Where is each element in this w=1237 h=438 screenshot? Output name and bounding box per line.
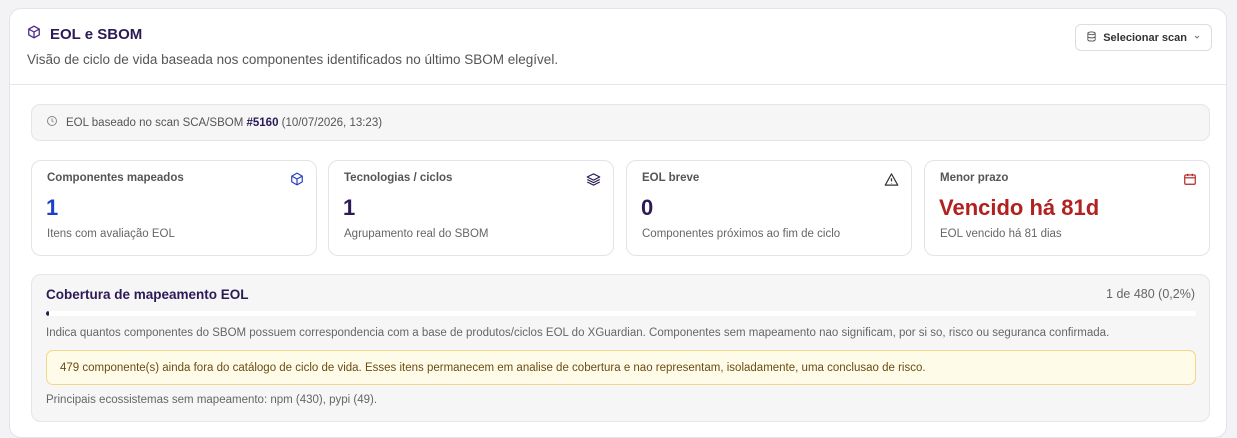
stats-row: Componentes mapeados 1 Itens com avaliaç…: [31, 160, 1210, 256]
stat-card-components: Componentes mapeados 1 Itens com avaliaç…: [31, 160, 317, 256]
stat-label: Tecnologias / ciclos: [344, 172, 453, 184]
database-icon: [1086, 30, 1097, 45]
coverage-warning: 479 componente(s) ainda fora do catálogo…: [46, 350, 1196, 385]
stat-card-technologies: Tecnologias / ciclos 1 Agrupamento real …: [328, 160, 614, 256]
stat-value: 1: [46, 195, 59, 220]
stat-card-shortest-deadline: Menor prazo Vencido há 81d EOL vencido h…: [924, 160, 1210, 256]
card-header: EOL e SBOM Visão de ciclo de vida basead…: [10, 9, 1226, 85]
stat-label: Componentes mapeados: [47, 172, 184, 184]
chevron-down-icon: [1193, 32, 1201, 44]
unmapped-ecosystems: Principais ecossistemas sem mapeamento: …: [46, 394, 378, 406]
package-icon: [27, 25, 41, 44]
scan-info-bar: EOL baseado no scan SCA/SBOM #5160 (10/0…: [31, 104, 1210, 141]
stat-label: EOL breve: [642, 172, 700, 184]
page-title: EOL e SBOM: [50, 26, 143, 43]
scan-info-text: EOL baseado no scan SCA/SBOM #5160 (10/0…: [66, 117, 382, 129]
stat-desc: EOL vencido há 81 dias: [940, 228, 1062, 240]
page-subtitle: Visão de ciclo de vida baseada nos compo…: [27, 52, 559, 67]
coverage-count: 1 de 480 (0,2%): [1106, 287, 1195, 301]
stat-desc: Componentes próximos ao fim de ciclo: [642, 228, 841, 240]
stat-card-eol-soon: EOL breve 0 Componentes próximos ao fim …: [626, 160, 912, 256]
select-scan-button[interactable]: Selecionar scan: [1075, 24, 1212, 51]
stat-value: Vencido há 81d: [939, 195, 1100, 220]
layers-icon: [586, 172, 601, 192]
stat-desc: Agrupamento real do SBOM: [344, 228, 489, 240]
calendar-icon: [1183, 172, 1197, 191]
scan-info-prefix: EOL baseado no scan SCA/SBOM: [66, 116, 244, 129]
stat-value: 0: [641, 195, 654, 220]
stat-desc: Itens com avaliação EOL: [47, 228, 175, 240]
select-scan-label: Selecionar scan: [1103, 31, 1187, 44]
eol-sbom-card: EOL e SBOM Visão de ciclo de vida basead…: [9, 8, 1227, 438]
clock-icon: [46, 115, 58, 130]
scan-id: #5160: [246, 116, 279, 129]
coverage-progress-bar: [46, 311, 1196, 316]
coverage-note: Indica quantos componentes do SBOM possu…: [46, 327, 1110, 339]
coverage-progress-fill: [46, 311, 49, 316]
scan-date: (10/07/2026, 13:23): [281, 116, 383, 129]
stat-value: 1: [343, 195, 356, 220]
coverage-panel: Cobertura de mapeamento EOL 1 de 480 (0,…: [31, 274, 1210, 422]
stat-label: Menor prazo: [940, 172, 1009, 184]
title-row: EOL e SBOM: [27, 25, 142, 44]
coverage-title: Cobertura de mapeamento EOL: [46, 287, 249, 302]
box-icon: [290, 172, 304, 191]
warning-icon: [884, 172, 899, 192]
